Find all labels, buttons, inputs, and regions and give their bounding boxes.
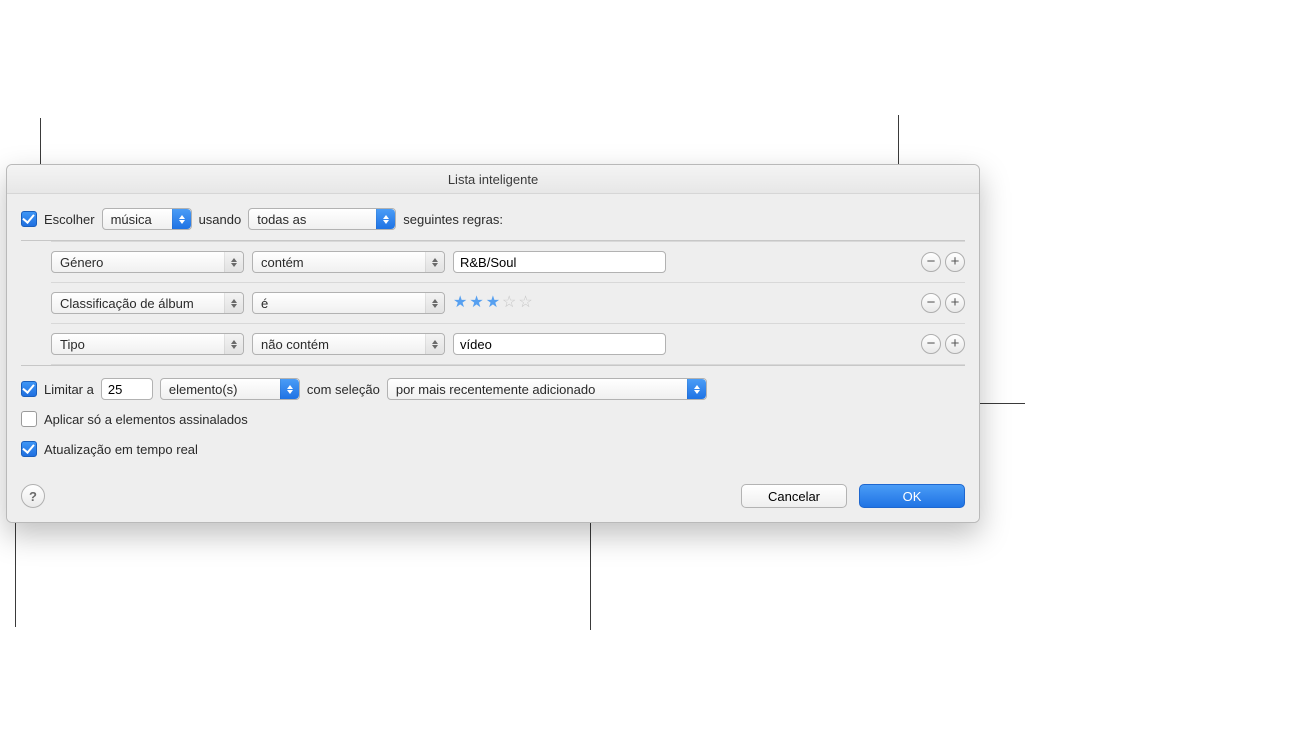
media-type-select[interactable]: música: [102, 208, 192, 230]
chevrons-icon: [687, 379, 706, 399]
chevrons-icon: [224, 252, 243, 272]
plus-icon: +: [951, 336, 960, 351]
rule-op-value: não contém: [261, 337, 329, 352]
limit-order-value: por mais recentemente adicionado: [396, 382, 595, 397]
rule-op-select[interactable]: não contém: [252, 333, 445, 355]
remove-rule-button[interactable]: −: [921, 334, 941, 354]
chevrons-icon: [425, 334, 444, 354]
star-filled-icon: ★: [486, 295, 500, 311]
minus-icon: −: [927, 254, 936, 269]
chevrons-icon: [425, 293, 444, 313]
rule-row: Género contém − +: [51, 241, 965, 282]
chevrons-icon: [224, 293, 243, 313]
media-type-value: música: [111, 212, 152, 227]
only-checked-row: Aplicar só a elementos assinalados: [21, 404, 965, 434]
limit-order-select[interactable]: por mais recentemente adicionado: [387, 378, 707, 400]
add-rule-button[interactable]: +: [945, 293, 965, 313]
using-label: usando: [199, 212, 242, 227]
dialog-titlebar: Lista inteligente: [7, 165, 979, 194]
limit-count-input[interactable]: [101, 378, 153, 400]
rule-op-select[interactable]: é: [252, 292, 445, 314]
limit-checkbox[interactable]: [21, 381, 37, 397]
rules-list: Género contém − + Clas: [51, 241, 965, 365]
only-checked-checkbox[interactable]: [21, 411, 37, 427]
only-checked-label: Aplicar só a elementos assinalados: [44, 412, 248, 427]
star-filled-icon: ★: [453, 295, 467, 311]
minus-icon: −: [927, 295, 936, 310]
chevrons-icon: [224, 334, 243, 354]
limit-row: Limitar a elemento(s) com seleção por ma…: [21, 374, 965, 404]
smart-playlist-dialog: Lista inteligente Escolher música usando…: [6, 164, 980, 523]
chevrons-icon: [425, 252, 444, 272]
match-label: Escolher: [44, 212, 95, 227]
rule-field-select[interactable]: Género: [51, 251, 244, 273]
quantifier-select[interactable]: todas as: [248, 208, 396, 230]
help-button[interactable]: ?: [21, 484, 45, 508]
remove-rule-button[interactable]: −: [921, 252, 941, 272]
rule-field-value: Género: [60, 255, 103, 270]
plus-icon: +: [951, 295, 960, 310]
star-filled-icon: ★: [469, 295, 483, 311]
ok-label: OK: [903, 489, 922, 504]
chevrons-icon: [280, 379, 299, 399]
cancel-label: Cancelar: [768, 489, 820, 504]
rule-field-select[interactable]: Tipo: [51, 333, 244, 355]
match-checkbox[interactable]: [21, 211, 37, 227]
cancel-button[interactable]: Cancelar: [741, 484, 847, 508]
star-empty-icon: ☆: [502, 295, 516, 311]
rule-op-value: contém: [261, 255, 304, 270]
star-empty-icon: ☆: [518, 295, 532, 311]
live-update-label: Atualização em tempo real: [44, 442, 198, 457]
trailing-label: seguintes regras:: [403, 212, 503, 227]
remove-rule-button[interactable]: −: [921, 293, 941, 313]
rule-field-value: Classificação de álbum: [60, 296, 194, 311]
add-rule-button[interactable]: +: [945, 252, 965, 272]
limit-by-label: com seleção: [307, 382, 380, 397]
divider: [21, 365, 965, 366]
plus-icon: +: [951, 254, 960, 269]
match-row: Escolher música usando todas as seguinte…: [21, 204, 965, 234]
rule-op-select[interactable]: contém: [252, 251, 445, 273]
add-rule-button[interactable]: +: [945, 334, 965, 354]
limit-unit-select[interactable]: elemento(s): [160, 378, 300, 400]
live-update-checkbox[interactable]: [21, 441, 37, 457]
dialog-footer: ? Cancelar OK: [21, 484, 965, 508]
rule-rating-input[interactable]: ★ ★ ★ ☆ ☆: [453, 295, 533, 311]
question-icon: ?: [29, 489, 37, 504]
live-update-row: Atualização em tempo real: [21, 434, 965, 464]
rule-value-input[interactable]: [453, 333, 666, 355]
rule-value-input[interactable]: [453, 251, 666, 273]
rule-row: Classificação de álbum é ★ ★ ★ ☆ ☆: [51, 282, 965, 323]
ok-button[interactable]: OK: [859, 484, 965, 508]
rule-field-select[interactable]: Classificação de álbum: [51, 292, 244, 314]
limit-label: Limitar a: [44, 382, 94, 397]
rule-row: Tipo não contém − +: [51, 323, 965, 365]
minus-icon: −: [927, 336, 936, 351]
chevrons-icon: [376, 209, 395, 229]
limit-unit-value: elemento(s): [169, 382, 238, 397]
quantifier-value: todas as: [257, 212, 306, 227]
rule-op-value: é: [261, 296, 268, 311]
dialog-body: Escolher música usando todas as seguinte…: [7, 194, 979, 522]
chevrons-icon: [172, 209, 191, 229]
rule-field-value: Tipo: [60, 337, 85, 352]
dialog-title: Lista inteligente: [448, 172, 538, 187]
